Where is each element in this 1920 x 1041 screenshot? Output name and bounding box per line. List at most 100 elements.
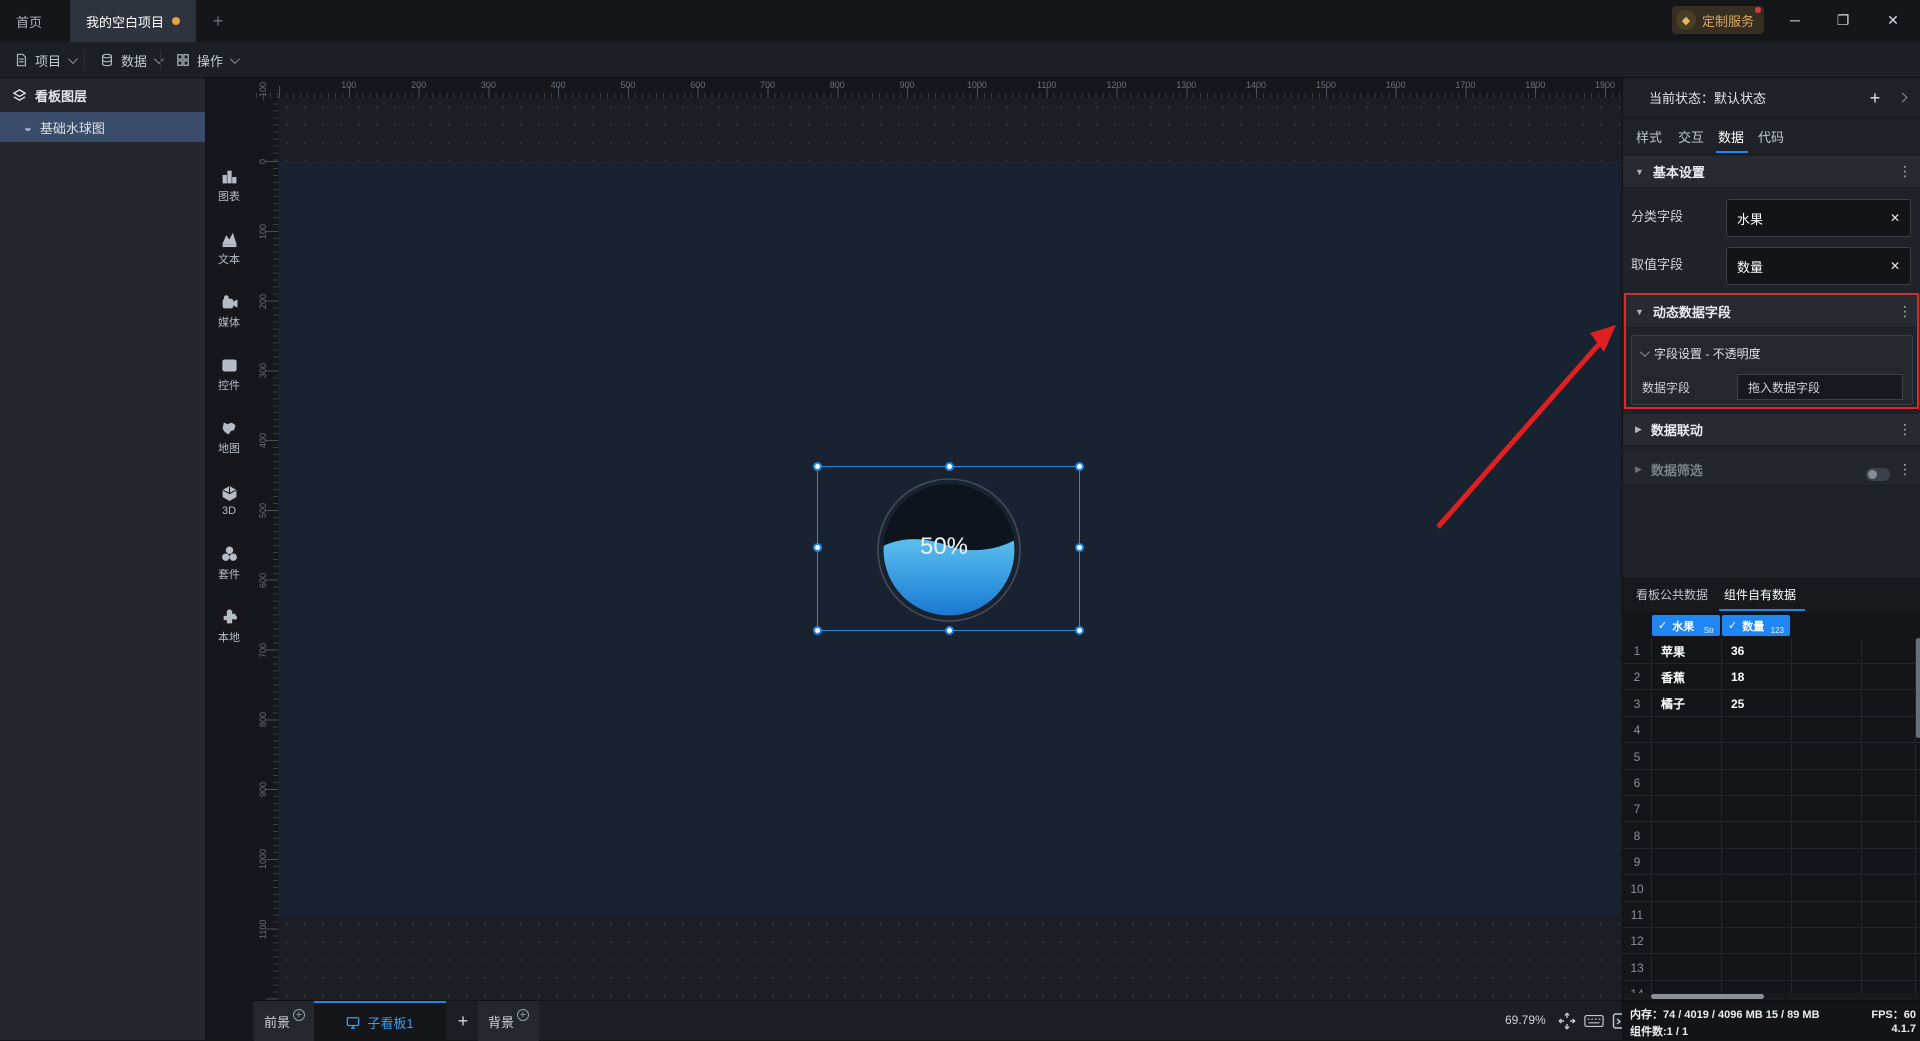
table-cell[interactable]: [1862, 875, 1916, 902]
row-number-cell[interactable]: 5: [1623, 743, 1652, 770]
toolbar-item-kits[interactable]: 套件: [206, 538, 252, 590]
table-cell[interactable]: [1792, 770, 1862, 796]
scrollbar-thumb[interactable]: [1651, 994, 1764, 999]
table-vertical-scrollbar[interactable]: [1916, 638, 1920, 738]
close-button[interactable]: ✕: [1876, 4, 1910, 36]
row-number-cell[interactable]: 13: [1623, 954, 1652, 981]
clear-icon[interactable]: ✕: [1890, 211, 1900, 225]
kebab-menu-icon[interactable]: ⋮: [1898, 461, 1912, 478]
table-cell[interactable]: [1652, 770, 1722, 796]
table-cell[interactable]: 18: [1722, 664, 1792, 691]
data-table[interactable]: ✓ 水果 Str ✓ 数量 123 1 苹果 36 2 香蕉 18 3 橘子 25 4 5 6 7 8 9 1…: [1623, 612, 1920, 1008]
table-cell[interactable]: [1862, 638, 1916, 664]
add-subboard-button[interactable]: +: [452, 1001, 474, 1041]
zoom-level[interactable]: 69.79%: [1505, 1013, 1546, 1027]
table-cell[interactable]: [1792, 849, 1862, 876]
tab-data[interactable]: 数据: [1718, 118, 1744, 154]
table-row[interactable]: 1 苹果 36: [1623, 638, 1920, 664]
table-cell[interactable]: [1792, 664, 1862, 691]
table-cell[interactable]: [1792, 902, 1862, 928]
background-button[interactable]: 背景 +: [478, 1001, 540, 1041]
table-cell[interactable]: [1862, 690, 1916, 717]
resize-handle-e[interactable]: [1075, 543, 1084, 552]
custom-service-badge[interactable]: ◆ 定制服务: [1672, 6, 1765, 34]
table-cell[interactable]: [1722, 743, 1792, 770]
table-cell[interactable]: [1862, 849, 1916, 876]
table-cell[interactable]: [1862, 954, 1916, 981]
table-cell[interactable]: 香蕉: [1652, 664, 1722, 691]
table-cell[interactable]: [1862, 902, 1916, 928]
table-row[interactable]: 10: [1623, 875, 1920, 902]
clear-icon[interactable]: ✕: [1890, 259, 1900, 273]
table-row[interactable]: 11: [1623, 902, 1920, 928]
table-row[interactable]: 3 橘子 25: [1623, 690, 1920, 717]
table-cell[interactable]: [1792, 717, 1862, 744]
table-cell[interactable]: [1652, 875, 1722, 902]
tab-board-shared-data[interactable]: 看板公共数据: [1636, 578, 1708, 611]
add-state-button[interactable]: +: [1863, 86, 1887, 110]
layer-item-water-ball[interactable]: ◒ 基础水球图: [0, 112, 205, 142]
table-row[interactable]: 6: [1623, 770, 1920, 796]
tab-component-own-data[interactable]: 组件自有数据: [1724, 578, 1796, 611]
table-cell[interactable]: [1862, 717, 1916, 744]
section-data-filter[interactable]: ▶ 数据筛选 ⋮: [1623, 454, 1920, 486]
table-row[interactable]: 9: [1623, 849, 1920, 876]
table-cell[interactable]: [1722, 796, 1792, 823]
table-cell[interactable]: [1652, 928, 1722, 955]
kebab-menu-icon[interactable]: ⋮: [1898, 421, 1912, 438]
row-number-cell[interactable]: 10: [1623, 875, 1652, 902]
table-cell[interactable]: [1722, 717, 1792, 744]
tab-project[interactable]: 我的空白项目: [70, 0, 197, 42]
table-cell[interactable]: [1722, 954, 1792, 981]
column-chip-quantity[interactable]: ✓ 数量 123: [1722, 615, 1790, 636]
toolbar-item-3d[interactable]: 3D: [206, 475, 252, 527]
table-row[interactable]: 13: [1623, 954, 1920, 981]
table-cell[interactable]: [1862, 743, 1916, 770]
table-cell[interactable]: [1862, 664, 1916, 691]
table-cell[interactable]: 25: [1722, 690, 1792, 717]
resize-handle-s[interactable]: [945, 626, 954, 635]
table-cell[interactable]: [1792, 954, 1862, 981]
field-settings-header[interactable]: 字段设置 - 不透明度: [1639, 345, 1761, 362]
table-cell[interactable]: 橘子: [1652, 690, 1722, 717]
row-number-cell[interactable]: 1: [1623, 638, 1652, 664]
menu-project[interactable]: 项目: [2, 42, 87, 78]
value-field-input[interactable]: 数量 ✕: [1726, 247, 1911, 285]
table-horizontal-scrollbar[interactable]: [1623, 993, 1920, 1000]
table-cell[interactable]: [1652, 796, 1722, 823]
section-basic-settings[interactable]: ▼ 基本设置 ⋮: [1623, 156, 1920, 188]
row-number-cell[interactable]: 11: [1623, 902, 1652, 928]
table-cell[interactable]: [1652, 849, 1722, 876]
table-cell[interactable]: [1652, 954, 1722, 981]
row-number-cell[interactable]: 12: [1623, 928, 1652, 955]
table-cell[interactable]: [1722, 902, 1792, 928]
section-dynamic-data-fields[interactable]: ▼ 动态数据字段 ⋮: [1623, 296, 1920, 328]
table-row[interactable]: 4: [1623, 717, 1920, 744]
table-row[interactable]: 2 香蕉 18: [1623, 664, 1920, 691]
section-data-linkage[interactable]: ▶ 数据联动 ⋮: [1623, 414, 1920, 446]
subboard-tab[interactable]: 子看板1: [314, 1001, 446, 1041]
tab-interact[interactable]: 交互: [1678, 118, 1704, 154]
row-number-cell[interactable]: 9: [1623, 849, 1652, 876]
row-number-cell[interactable]: 2: [1623, 664, 1652, 691]
table-row[interactable]: 12: [1623, 928, 1920, 955]
table-cell[interactable]: [1792, 690, 1862, 717]
add-foreground-icon[interactable]: +: [293, 1009, 306, 1021]
resize-handle-sw[interactable]: [813, 626, 822, 635]
table-cell[interactable]: [1792, 638, 1862, 664]
table-row[interactable]: 8: [1623, 822, 1920, 849]
resize-handle-se[interactable]: [1075, 626, 1084, 635]
table-cell[interactable]: [1792, 875, 1862, 902]
resize-handle-n[interactable]: [945, 462, 954, 471]
tab-code[interactable]: 代码: [1758, 118, 1784, 154]
table-cell[interactable]: [1862, 822, 1916, 849]
table-cell[interactable]: [1792, 743, 1862, 770]
toolbar-item-local[interactable]: 本地: [206, 601, 252, 653]
row-number-cell[interactable]: 8: [1623, 822, 1652, 849]
table-cell[interactable]: [1722, 770, 1792, 796]
tab-home[interactable]: 首页: [0, 0, 58, 42]
selection-box[interactable]: [813, 462, 1084, 635]
foreground-button[interactable]: 前景 +: [254, 1001, 316, 1041]
table-row[interactable]: 5: [1623, 743, 1920, 770]
resize-handle-nw[interactable]: [813, 462, 822, 471]
